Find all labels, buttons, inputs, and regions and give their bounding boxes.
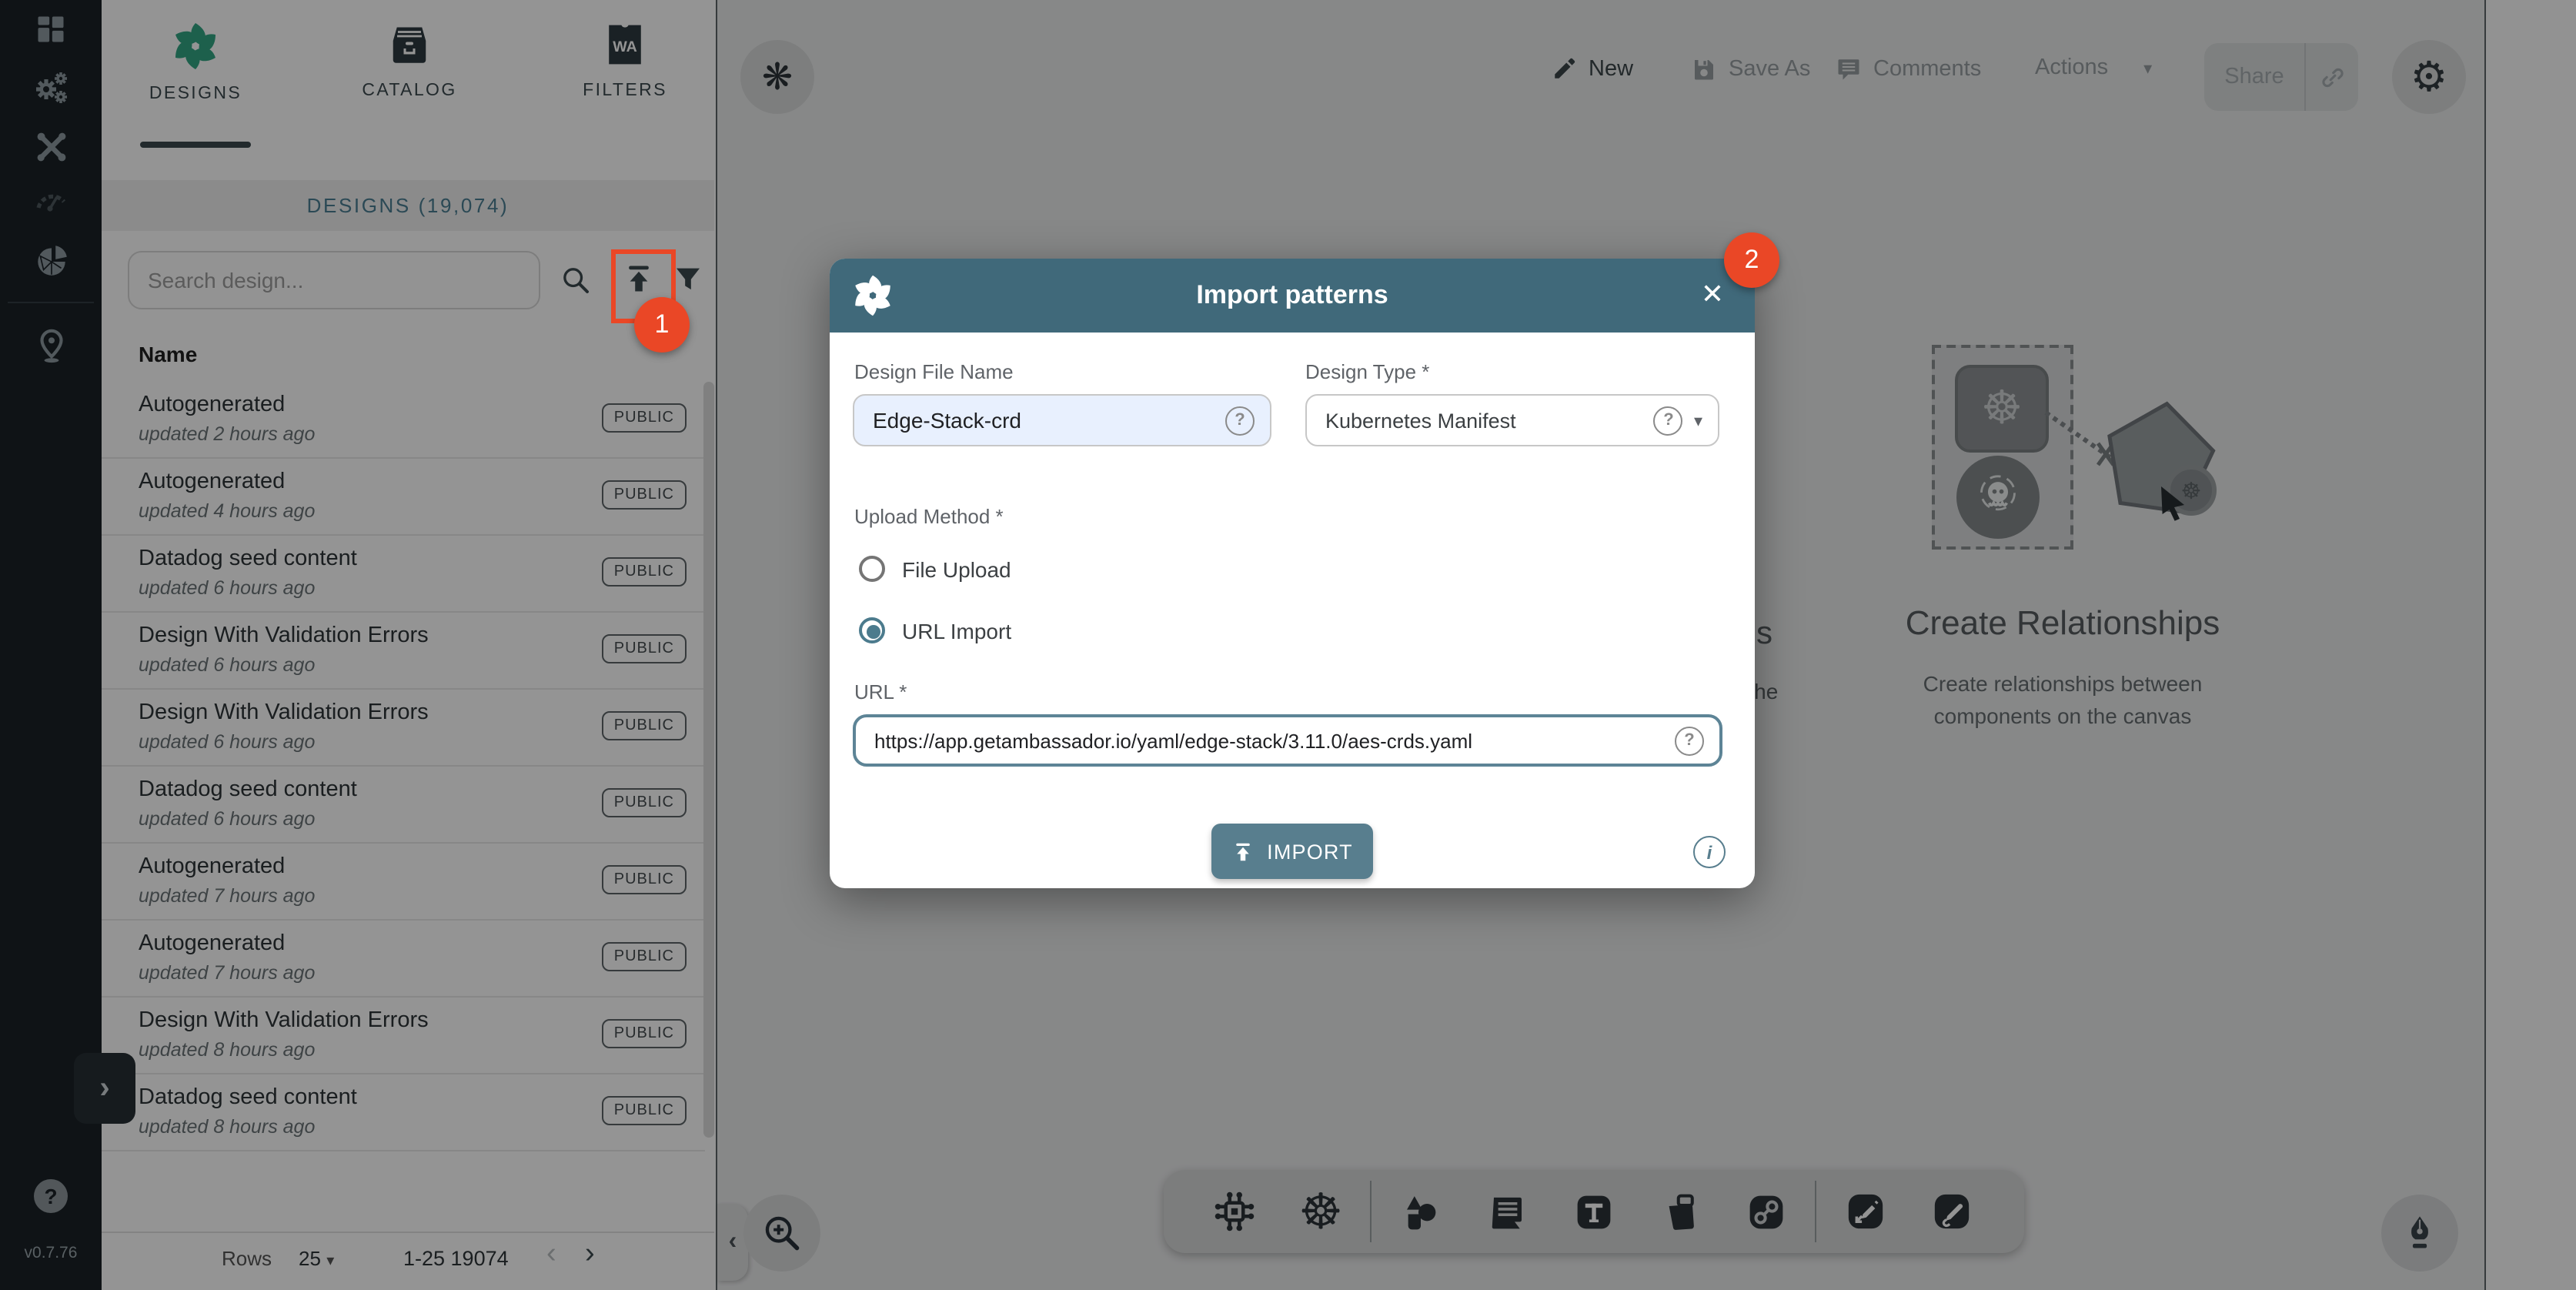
design-file-name-field[interactable]: Edge-Stack-crd ? xyxy=(853,394,1271,446)
meshery-app: › ? v0.7.76 DESIGNS CATALOG xyxy=(0,0,2576,1290)
design-file-name-label: Design File Name xyxy=(854,360,1014,383)
help-icon[interactable]: ? xyxy=(1675,726,1704,755)
import-button[interactable]: IMPORT xyxy=(1211,824,1373,879)
import-label: IMPORT xyxy=(1267,840,1353,863)
design-type-select[interactable]: Kubernetes Manifest ? ▾ xyxy=(1305,394,1719,446)
radio-selected-icon[interactable] xyxy=(859,617,885,643)
upload-method-label: Upload Method * xyxy=(854,505,1004,528)
file-upload-radio[interactable]: File Upload xyxy=(859,556,1011,582)
import-patterns-modal: Import patterns ✕ Design File Name Edge-… xyxy=(830,259,1755,888)
file-upload-label: File Upload xyxy=(902,556,1011,581)
upload-icon xyxy=(1231,840,1255,863)
modal-title: Import patterns xyxy=(830,259,1755,333)
close-icon[interactable]: ✕ xyxy=(1701,279,1724,311)
url-import-radio[interactable]: URL Import xyxy=(859,617,1011,643)
info-icon[interactable]: i xyxy=(1693,836,1726,868)
url-label: URL * xyxy=(854,680,907,703)
url-field[interactable]: https://app.getambassador.io/yaml/edge-s… xyxy=(853,714,1722,767)
url-value: https://app.getambassador.io/yaml/edge-s… xyxy=(874,729,1675,752)
url-import-label: URL Import xyxy=(902,618,1011,643)
help-icon[interactable]: ? xyxy=(1654,406,1683,435)
design-type-label: Design Type * xyxy=(1305,360,1429,383)
help-icon[interactable]: ? xyxy=(1225,406,1255,435)
radio-unselected-icon[interactable] xyxy=(859,556,885,582)
design-type-value: Kubernetes Manifest xyxy=(1325,409,1654,432)
step2-badge: 2 xyxy=(1724,232,1779,288)
design-file-name-value: Edge-Stack-crd xyxy=(873,408,1225,433)
caret-down-icon: ▾ xyxy=(1694,410,1702,430)
step1-badge: 1 xyxy=(634,297,690,353)
